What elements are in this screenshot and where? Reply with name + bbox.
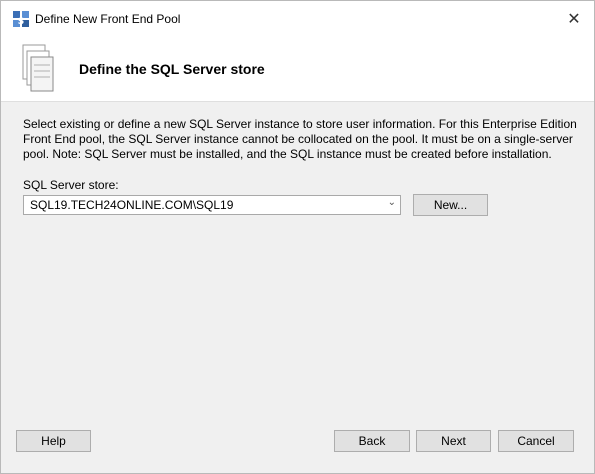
next-button[interactable]: Next: [416, 430, 491, 452]
define-front-end-pool-window: S Define New Front End Pool ✕ Define the…: [0, 0, 595, 474]
window-title: Define New Front End Pool: [35, 12, 181, 26]
sql-store-dropdown[interactable]: SQL19.TECH24ONLINE.COM\SQL19 ⌄: [23, 195, 401, 215]
lync-topology-icon: S: [13, 11, 29, 27]
close-icon: ✕: [567, 9, 581, 28]
chevron-down-icon: ⌄: [387, 197, 396, 208]
sql-server-stack-icon: [22, 44, 54, 92]
close-button[interactable]: ✕: [562, 7, 586, 31]
cancel-button[interactable]: Cancel: [498, 430, 574, 452]
new-sql-store-button[interactable]: New...: [413, 194, 488, 216]
sql-store-label: SQL Server store:: [23, 178, 119, 192]
wizard-header: Define the SQL Server store: [1, 37, 594, 102]
page-title: Define the SQL Server store: [79, 61, 265, 77]
sql-store-selected-value: SQL19.TECH24ONLINE.COM\SQL19: [30, 198, 234, 212]
help-button[interactable]: Help: [16, 430, 91, 452]
title-bar: S Define New Front End Pool ✕: [1, 1, 594, 37]
instructions-text: Select existing or define a new SQL Serv…: [23, 117, 577, 161]
svg-text:S: S: [18, 17, 24, 27]
back-button[interactable]: Back: [334, 430, 410, 452]
